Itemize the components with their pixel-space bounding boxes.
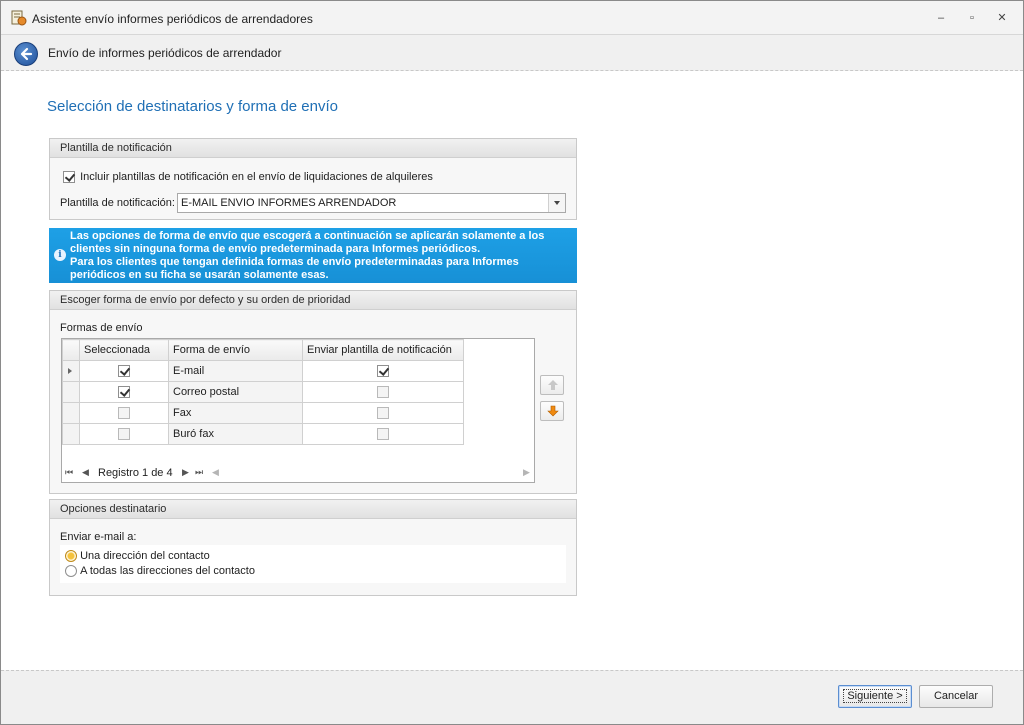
- column-header-selected[interactable]: Seleccionada: [79, 339, 169, 361]
- table-row[interactable]: Fax: [62, 402, 464, 424]
- send-template-cell[interactable]: [302, 423, 464, 445]
- arrow-down-icon: [547, 405, 559, 417]
- next-button-label: Siguiente >: [843, 689, 907, 703]
- method-cell[interactable]: Correo postal: [168, 381, 303, 403]
- methods-table: Seleccionada Forma de envío Enviar plant…: [62, 339, 464, 445]
- back-button[interactable]: [14, 42, 38, 66]
- include-template-checkbox[interactable]: [63, 171, 75, 184]
- template-groupbox: Plantilla de notificación Incluir planti…: [49, 138, 577, 220]
- recipient-radio-group: Una dirección del contacto A todas las d…: [60, 545, 566, 583]
- radio-option-all-addresses[interactable]: A todas las direcciones del contacto: [65, 565, 255, 578]
- header-title: Envío de informes periódicos de arrendad…: [48, 46, 282, 60]
- recipient-groupbox: Opciones destinatario Enviar e-mail a: U…: [49, 499, 577, 596]
- send-template-cell[interactable]: [302, 402, 464, 424]
- selected-checkbox[interactable]: [118, 365, 130, 378]
- radio-button[interactable]: [65, 565, 77, 578]
- include-template-label: Incluir plantillas de notificación en el…: [80, 171, 433, 184]
- methods-group-header: Escoger forma de envío por defecto y su …: [50, 291, 576, 310]
- send-template-checkbox[interactable]: [377, 365, 389, 378]
- send-template-checkbox[interactable]: [377, 407, 389, 420]
- row-indicator: [62, 360, 80, 382]
- chevron-down-icon[interactable]: [548, 194, 565, 212]
- selected-cell[interactable]: [79, 402, 169, 424]
- wizard-window: Asistente envío informes periódicos de a…: [0, 0, 1024, 725]
- close-button[interactable]: ✕: [994, 10, 1010, 26]
- send-template-checkbox[interactable]: [377, 428, 389, 441]
- include-template-row: Incluir plantillas de notificación en el…: [63, 171, 433, 184]
- info-line: Las opciones de forma de envío que escog…: [70, 230, 545, 242]
- template-combo[interactable]: E-MAIL ENVIO INFORMES ARRENDADOR: [177, 193, 566, 213]
- restore-button[interactable]: ▫: [964, 10, 980, 26]
- move-up-button[interactable]: [540, 375, 564, 395]
- back-arrow-icon: [20, 47, 33, 61]
- selected-cell[interactable]: [79, 360, 169, 382]
- grid-label: Formas de envío: [60, 322, 143, 334]
- window-title: Asistente envío informes periódicos de a…: [32, 12, 313, 26]
- info-line: periódicos en su ficha se usarán solamen…: [70, 269, 329, 281]
- template-label: Plantilla de notificación:: [60, 197, 175, 209]
- next-record-icon[interactable]: ▶: [182, 467, 189, 478]
- table-header-row: Seleccionada Forma de envío Enviar plant…: [62, 339, 464, 361]
- next-button[interactable]: Siguiente >: [838, 685, 912, 708]
- info-line: Para los clientes que tengan definida fo…: [70, 256, 519, 268]
- column-header-send-template[interactable]: Enviar plantilla de notificación: [302, 339, 464, 361]
- last-record-icon[interactable]: ⏭: [195, 467, 203, 478]
- method-cell[interactable]: Buró fax: [168, 423, 303, 445]
- selected-checkbox[interactable]: [118, 386, 130, 399]
- scroll-left-icon[interactable]: ◀: [212, 467, 219, 478]
- send-template-cell[interactable]: [302, 381, 464, 403]
- info-text: Las opciones de forma de envío que escog…: [70, 230, 544, 282]
- send-email-label: Enviar e-mail a:: [60, 531, 137, 543]
- app-icon: [11, 10, 27, 26]
- method-cell[interactable]: Fax: [168, 402, 303, 424]
- wizard-content: Selección de destinatarios y forma de en…: [9, 72, 1016, 670]
- page-title: Selección de destinatarios y forma de en…: [47, 98, 338, 115]
- move-down-button[interactable]: [540, 401, 564, 421]
- radio-label: A todas las direcciones del contacto: [80, 565, 255, 578]
- prev-record-icon[interactable]: ◀: [82, 467, 89, 478]
- row-indicator: [62, 381, 80, 403]
- radio-label: Una dirección del contacto: [80, 550, 210, 563]
- recipient-group-header: Opciones destinatario: [50, 500, 576, 519]
- send-template-cell[interactable]: [302, 360, 464, 382]
- wizard-header: Envío de informes periódicos de arrendad…: [1, 35, 1023, 71]
- first-record-icon[interactable]: ⏮: [65, 467, 73, 478]
- selected-cell[interactable]: [79, 381, 169, 403]
- selected-checkbox[interactable]: [118, 428, 130, 441]
- table-row[interactable]: Correo postal: [62, 381, 464, 403]
- template-group-header: Plantilla de notificación: [50, 139, 576, 158]
- radio-button[interactable]: [65, 550, 77, 563]
- methods-groupbox: Escoger forma de envío por defecto y su …: [49, 290, 577, 494]
- row-pointer-icon: [68, 368, 72, 374]
- arrow-up-icon: [548, 380, 558, 390]
- info-icon: i: [54, 249, 66, 261]
- title-bar: Asistente envío informes periódicos de a…: [1, 1, 1023, 35]
- table-row[interactable]: Buró fax: [62, 423, 464, 445]
- radio-option-one-address[interactable]: Una dirección del contacto: [65, 550, 210, 563]
- scroll-right-icon[interactable]: ▶: [523, 467, 530, 478]
- method-cell[interactable]: E-mail: [168, 360, 303, 382]
- row-indicator: [62, 402, 80, 424]
- table-row[interactable]: E-mail: [62, 360, 464, 382]
- send-template-checkbox[interactable]: [377, 386, 389, 399]
- template-combo-value: E-MAIL ENVIO INFORMES ARRENDADOR: [181, 197, 397, 209]
- methods-grid[interactable]: Seleccionada Forma de envío Enviar plant…: [61, 338, 535, 483]
- wizard-footer: Siguiente > Cancelar: [1, 670, 1023, 724]
- selected-cell[interactable]: [79, 423, 169, 445]
- selected-checkbox[interactable]: [118, 407, 130, 420]
- minimize-button[interactable]: –: [933, 10, 949, 26]
- column-header-method[interactable]: Forma de envío: [168, 339, 303, 361]
- record-counter: Registro 1 de 4: [98, 467, 173, 479]
- cancel-button[interactable]: Cancelar: [919, 685, 993, 708]
- info-line: clientes sin ninguna forma de envío pred…: [70, 243, 481, 255]
- grid-navigator: ⏮ ◀ Registro 1 de 4 ▶ ⏭ ◀ ▶: [62, 465, 534, 482]
- indicator-header: [62, 339, 80, 361]
- info-banner: i Las opciones de forma de envío que esc…: [49, 228, 577, 283]
- row-indicator: [62, 423, 80, 445]
